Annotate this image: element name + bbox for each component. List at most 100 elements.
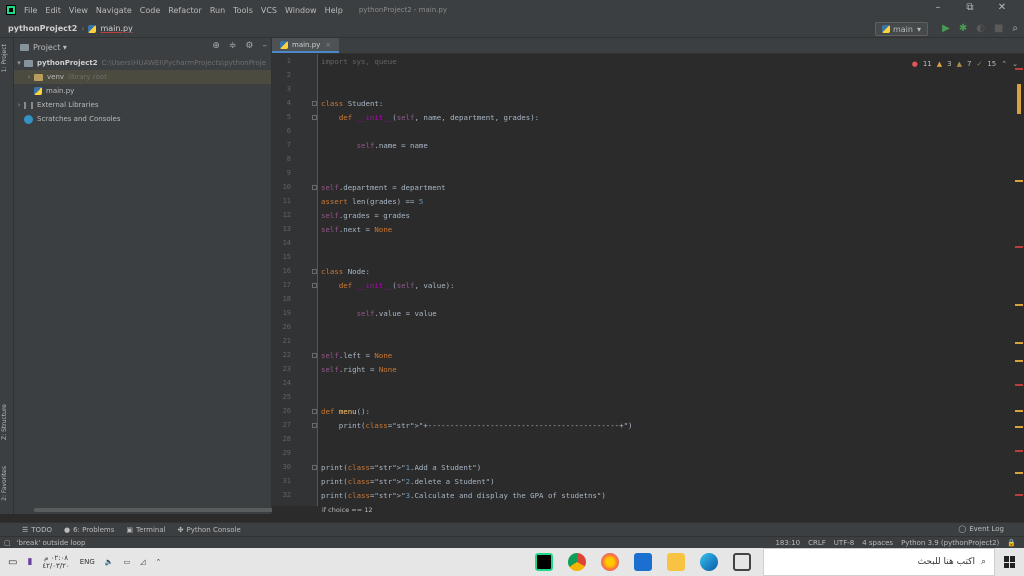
tree-item-main[interactable]: main.py: [14, 84, 271, 98]
hide-icon[interactable]: –: [263, 41, 268, 51]
fold-marker-icon[interactable]: [312, 185, 317, 190]
code-line[interactable]: class Node:: [321, 267, 370, 276]
event-log-button[interactable]: ◯ Event Log: [958, 525, 1004, 533]
menu-run[interactable]: Run: [210, 6, 225, 15]
scroll-thumb[interactable]: [1017, 84, 1021, 114]
menu-refactor[interactable]: Refactor: [168, 6, 202, 15]
menu-vcs[interactable]: VCS: [261, 6, 277, 15]
tab-terminal[interactable]: ▣ Terminal: [126, 526, 165, 534]
menu-file[interactable]: File: [24, 6, 37, 15]
tab-python-console[interactable]: ✤ Python Console: [178, 526, 241, 534]
breadcrumb-project[interactable]: pythonProject2: [8, 24, 77, 33]
fold-marker-icon[interactable]: [312, 423, 317, 428]
restore-button[interactable]: ⧉: [954, 2, 986, 13]
structure-tool-tab[interactable]: Z: Structure: [1, 404, 8, 440]
menu-navigate[interactable]: Navigate: [96, 6, 132, 15]
tab-problems[interactable]: ● 6: Problems: [64, 526, 114, 534]
chrome-app-icon[interactable]: [568, 553, 586, 571]
app-icon-tray[interactable]: ▮: [27, 557, 32, 567]
menu-code[interactable]: Code: [140, 6, 160, 15]
code-line[interactable]: def __init__(self, value):: [321, 281, 455, 290]
caret-position[interactable]: 183:10: [775, 539, 800, 547]
menu-edit[interactable]: Edit: [45, 6, 61, 15]
menu-view[interactable]: View: [69, 6, 88, 15]
taskbar-search[interactable]: اكتب هنا للبحث ⌕: [763, 548, 995, 576]
fold-marker-icon[interactable]: [312, 409, 317, 414]
firefox-app-icon[interactable]: [601, 553, 619, 571]
task-view-icon[interactable]: [733, 553, 751, 571]
file-encoding[interactable]: UTF-8: [834, 539, 854, 547]
tree-item-scratches[interactable]: Scratches and Consoles: [14, 112, 271, 126]
inspection-widget[interactable]: ● 11 ▲ 3 ▲ 7 ✓ 15 ⌃ ⌄: [912, 60, 1018, 68]
language-indicator[interactable]: ENG: [80, 558, 95, 566]
code-breadcrumb[interactable]: if choice == 12: [272, 506, 1024, 514]
chevron-up-icon[interactable]: ⌃: [1001, 60, 1007, 68]
error-marker[interactable]: [1015, 450, 1023, 452]
code-line[interactable]: print(class="str">"2.delete a Student"): [321, 477, 495, 486]
code-line[interactable]: print(class="str">"1.Add a Student"): [321, 463, 481, 472]
favorites-tool-tab[interactable]: 2: Favorites: [1, 466, 8, 501]
locate-icon[interactable]: ⊕: [212, 41, 220, 51]
warning-marker[interactable]: [1015, 180, 1023, 182]
pycharm-app-icon[interactable]: [535, 553, 553, 571]
close-tab-icon[interactable]: ×: [325, 41, 331, 49]
close-button[interactable]: ✕: [986, 2, 1018, 13]
menu-window[interactable]: Window: [285, 6, 317, 15]
run-configuration-dropdown[interactable]: main ▾: [874, 22, 928, 36]
volume-icon[interactable]: 🔈: [105, 558, 114, 566]
tree-item-external-libraries[interactable]: › External Libraries: [14, 98, 271, 112]
error-marker[interactable]: [1015, 494, 1023, 496]
warning-marker[interactable]: [1015, 304, 1023, 306]
code-line[interactable]: def menu():: [321, 407, 370, 416]
fold-marker-icon[interactable]: [312, 269, 317, 274]
fold-marker-icon[interactable]: [312, 101, 317, 106]
project-tool-tab[interactable]: 1: Project: [1, 44, 8, 72]
stop-icon[interactable]: ■: [994, 23, 1003, 34]
minimize-button[interactable]: –: [922, 2, 954, 13]
code-line[interactable]: def __init__(self, name, department, gra…: [321, 113, 539, 122]
code-line[interactable]: self.right = None: [321, 365, 397, 374]
tree-item-venv[interactable]: › venv library root: [14, 70, 271, 84]
chevron-right-icon[interactable]: ›: [24, 73, 34, 81]
menu-help[interactable]: Help: [325, 6, 343, 15]
tab-main-py[interactable]: main.py ×: [272, 38, 340, 53]
chevron-up-icon[interactable]: ⌃: [156, 558, 162, 566]
error-marker[interactable]: [1015, 246, 1023, 248]
search-everywhere-icon[interactable]: ⌕: [1012, 23, 1018, 34]
code-area[interactable]: import sys, queue class Student: def __in…: [321, 54, 1011, 506]
code-line[interactable]: assert len(grades) == 5: [321, 197, 423, 206]
code-line[interactable]: print(class="str">"+--------------------…: [321, 421, 633, 430]
error-marker[interactable]: [1015, 68, 1023, 70]
project-view-selector[interactable]: Project ▾: [33, 43, 67, 52]
code-line[interactable]: self.left = None: [321, 351, 392, 360]
battery-icon[interactable]: ▭: [124, 558, 131, 566]
coverage-icon[interactable]: ◐: [976, 23, 985, 34]
error-marker[interactable]: [1015, 384, 1023, 386]
gear-icon[interactable]: ⚙: [245, 41, 253, 51]
breadcrumb-file[interactable]: main.py: [100, 24, 132, 33]
warning-marker[interactable]: [1015, 472, 1023, 474]
mail-app-icon[interactable]: [634, 553, 652, 571]
debug-icon[interactable]: ✱: [959, 23, 967, 34]
fold-marker-icon[interactable]: [312, 465, 317, 470]
tree-root[interactable]: ▾ pythonProject2 C:\Users\HUAWEI\Pycharm…: [14, 56, 271, 70]
line-separator[interactable]: CRLF: [808, 539, 826, 547]
code-line[interactable]: self.grades = grades: [321, 211, 410, 220]
lock-icon[interactable]: 🔒: [1007, 539, 1016, 547]
edge-app-icon[interactable]: [700, 553, 718, 571]
horizontal-scrollbar[interactable]: [34, 508, 274, 512]
warning-marker[interactable]: [1015, 342, 1023, 344]
run-icon[interactable]: ▶: [942, 23, 950, 34]
python-interpreter[interactable]: Python 3.9 (pythonProject2): [901, 539, 999, 547]
error-stripe[interactable]: [1014, 54, 1024, 506]
chevron-right-icon[interactable]: ›: [14, 101, 24, 109]
menu-tools[interactable]: Tools: [233, 6, 253, 15]
fold-marker-icon[interactable]: [312, 283, 317, 288]
fold-marker-icon[interactable]: [312, 115, 317, 120]
indent-setting[interactable]: 4 spaces: [862, 539, 893, 547]
warning-marker[interactable]: [1015, 360, 1023, 362]
warning-marker[interactable]: [1015, 410, 1023, 412]
clock[interactable]: ٠٢:٠٨ م ٤٢/٠٣/٢٠: [42, 554, 69, 570]
code-line[interactable]: self.next = None: [321, 225, 392, 234]
code-line[interactable]: import sys, queue: [321, 57, 397, 66]
